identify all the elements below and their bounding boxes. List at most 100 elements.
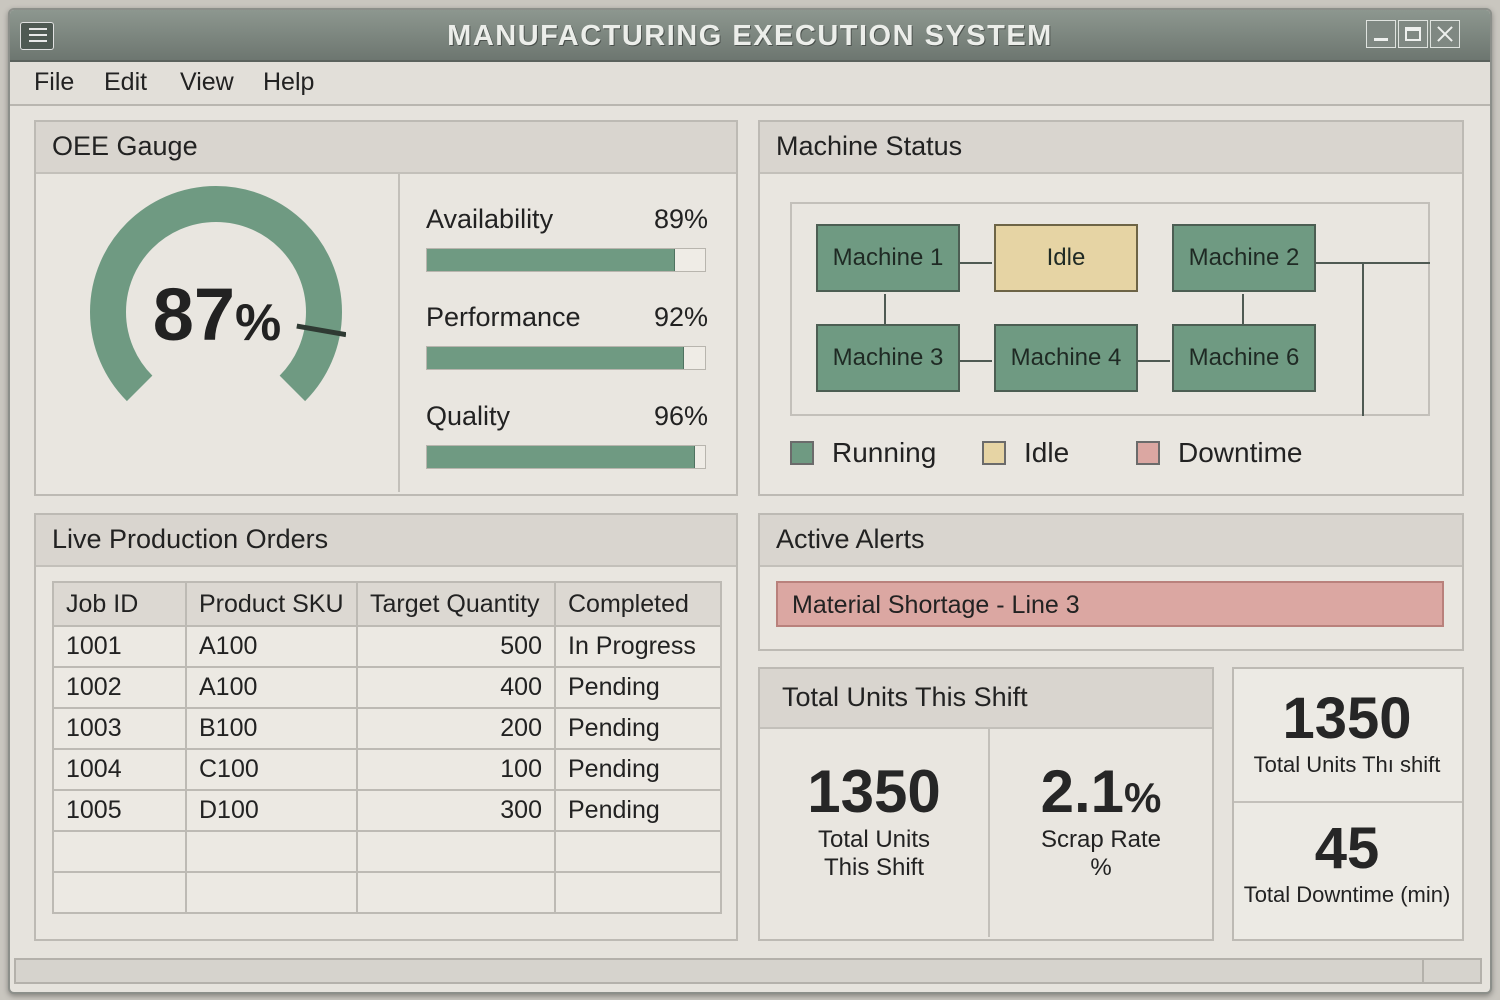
metric-value: 89% xyxy=(653,204,708,234)
machine-3-box[interactable]: Machine 3 xyxy=(816,324,960,392)
oee-value: 87% xyxy=(36,272,398,357)
divider xyxy=(1234,801,1462,803)
alert-item[interactable]: Material Shortage - Line 3 xyxy=(776,581,1444,627)
cell-empty xyxy=(52,830,187,873)
menu-help[interactable]: Help xyxy=(263,68,314,97)
swatch-downtime xyxy=(1136,441,1160,465)
orders-title: Live Production Orders xyxy=(52,524,329,554)
menu-view[interactable]: View xyxy=(180,68,234,97)
oee-value-number: 87 xyxy=(152,273,236,356)
app-window: MANUFACTURING EXECUTION SYSTEM File Edit… xyxy=(8,8,1492,994)
table-row[interactable]: 1001 A100 500 In Progress xyxy=(52,625,722,668)
cell-empty xyxy=(554,830,722,873)
close-icon[interactable] xyxy=(1430,20,1460,48)
oee-panel-title: OEE Gauge xyxy=(52,131,198,161)
menu-file[interactable]: File xyxy=(34,68,74,97)
machine-diagram: Machine 1 Idle Machine 2 Machine 3 Machi… xyxy=(790,202,1430,416)
cell-completed: Pending xyxy=(554,666,722,709)
legend-label: Running xyxy=(832,437,937,468)
column-header-product-sku[interactable]: Product SKU xyxy=(185,581,358,627)
alerts-title: Active Alerts xyxy=(776,524,925,554)
cell-job-id: 1002 xyxy=(52,666,187,709)
side-kpi-panel: 1350 Total Units Thı shift 45 Total Down… xyxy=(1232,667,1464,941)
machine-2-box[interactable]: Machine 2 xyxy=(1172,224,1316,292)
cell-empty xyxy=(185,871,358,914)
table-row[interactable]: 1003 B100 200 Pending xyxy=(52,707,722,750)
swatch-running xyxy=(790,441,814,465)
metric-label: Availability xyxy=(426,204,554,234)
machine-1-box[interactable]: Machine 1 xyxy=(816,224,960,292)
table-row-empty xyxy=(52,871,722,914)
idle-machine-box[interactable]: Idle xyxy=(994,224,1138,292)
side-units-label: Total Units Thı shift xyxy=(1253,752,1441,777)
column-header-completed[interactable]: Completed xyxy=(554,581,722,627)
table-row[interactable]: 1005 D100 300 Pending xyxy=(52,789,722,832)
cell-sku: A100 xyxy=(185,625,358,668)
shift-title: Total Units This Shift xyxy=(782,682,1028,712)
side-units-value: 1350 xyxy=(1282,686,1412,751)
legend-running: Running xyxy=(790,437,936,469)
side-downtime-value: 45 xyxy=(1314,816,1380,881)
swatch-idle xyxy=(982,441,1006,465)
orders-panel: Live Production Orders Job ID Product SK… xyxy=(34,513,738,941)
cell-empty xyxy=(356,871,556,914)
oee-value-unit: % xyxy=(235,294,282,352)
connector xyxy=(960,262,992,264)
column-header-target-quantity[interactable]: Target Quantity xyxy=(356,581,556,627)
menu-bar: File Edit View Help xyxy=(10,62,1490,106)
machine-4-box[interactable]: Machine 4 xyxy=(994,324,1138,392)
units-label: Total Units This Shift xyxy=(817,826,931,881)
units-value: 1350 xyxy=(807,758,941,825)
menu-edit[interactable]: Edit xyxy=(104,68,147,97)
title-bar: MANUFACTURING EXECUTION SYSTEM xyxy=(10,10,1490,62)
machine-status-panel: Machine Status Machine 1 Idle Machine 2 … xyxy=(758,120,1464,496)
column-header-job-id[interactable]: Job ID xyxy=(52,581,187,627)
machine-status-title: Machine Status xyxy=(776,131,963,161)
cell-sku: A100 xyxy=(185,666,358,709)
side-downtime-kpi: 45 Total Downtime (min) xyxy=(1234,815,1460,908)
metric-label: Quality xyxy=(426,401,511,431)
metric-quality: Quality 96% xyxy=(426,401,708,473)
legend-idle: Idle xyxy=(982,437,1069,469)
units-kpi: 1350 Total Units This Shift xyxy=(760,727,990,937)
legend-label: Idle xyxy=(1024,437,1070,468)
legend-downtime: Downtime xyxy=(1136,437,1302,469)
progress-bar xyxy=(426,248,706,272)
cell-empty xyxy=(185,830,358,873)
scrap-value: 2.1% xyxy=(990,757,1212,826)
cell-job-id: 1004 xyxy=(52,748,187,791)
table-row[interactable]: 1004 C100 100 Pending xyxy=(52,748,722,791)
connector xyxy=(1242,294,1244,324)
side-downtime-label: Total Downtime (min) xyxy=(1243,882,1451,907)
scrap-kpi: 2.1% Scrap Rate % xyxy=(990,727,1212,937)
status-separator xyxy=(1422,960,1424,982)
shift-header: Total Units This Shift xyxy=(760,669,1212,729)
shift-panel: Total Units This Shift 1350 Total Units … xyxy=(758,667,1214,941)
table-row[interactable]: 1002 A100 400 Pending xyxy=(52,666,722,709)
progress-fill xyxy=(427,249,676,271)
progress-bar xyxy=(426,346,706,370)
cell-empty xyxy=(356,830,556,873)
alerts-header: Active Alerts xyxy=(760,515,1462,567)
connector xyxy=(884,294,886,324)
cell-target: 300 xyxy=(356,789,556,832)
machine-6-box[interactable]: Machine 6 xyxy=(1172,324,1316,392)
metric-performance: Performance 92% xyxy=(426,302,708,374)
metric-value: 92% xyxy=(653,302,708,332)
alerts-panel: Active Alerts Material Shortage - Line 3 xyxy=(758,513,1464,651)
cell-target: 200 xyxy=(356,707,556,750)
cell-sku: B100 xyxy=(185,707,358,750)
machine-status-header: Machine Status xyxy=(760,122,1462,174)
progress-fill xyxy=(427,446,695,468)
cell-sku: C100 xyxy=(185,748,358,791)
maximize-icon[interactable] xyxy=(1398,20,1428,48)
cell-completed: Pending xyxy=(554,707,722,750)
connector xyxy=(1316,262,1430,264)
status-bar xyxy=(14,958,1482,984)
minimize-icon[interactable] xyxy=(1366,20,1396,48)
cell-sku: D100 xyxy=(185,789,358,832)
cell-completed: Pending xyxy=(554,748,722,791)
scrap-unit: % xyxy=(1124,774,1162,821)
oee-gauge: 87% xyxy=(36,172,400,492)
cell-target: 500 xyxy=(356,625,556,668)
